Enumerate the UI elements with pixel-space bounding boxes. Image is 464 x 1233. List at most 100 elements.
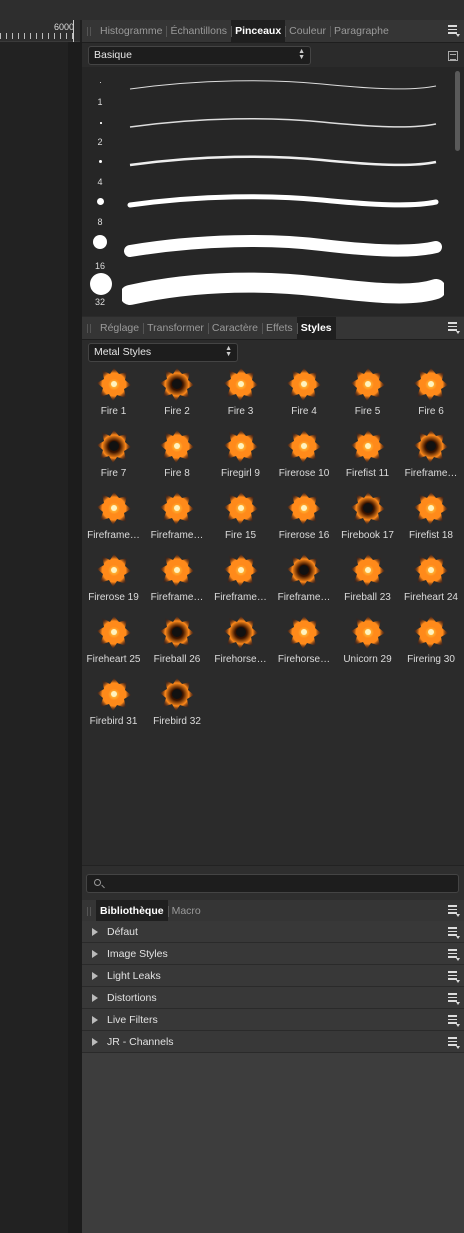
panel-grip-icon[interactable] [82,317,96,340]
brush-size-label: 2 [97,137,103,147]
style-item-label: Firebook 17 [341,530,394,541]
style-item[interactable]: Firefist 11 [336,428,399,488]
tab-transformer[interactable]: Transformer [143,317,208,340]
fire-style-thumbnail [223,428,259,464]
search-icon [94,879,101,886]
disclosure-triangle-icon[interactable] [92,971,98,980]
style-item[interactable]: Firerose 16 [273,490,336,550]
styles-search-bar [82,865,464,900]
style-item[interactable]: Firering 30 [400,614,463,674]
library-item[interactable]: JR - Channels [82,1031,464,1053]
style-item[interactable]: Fire 6 [400,366,463,426]
tab-caractere[interactable]: Caractère [207,317,262,340]
tab-styles[interactable]: Styles [296,316,336,340]
style-item[interactable]: Fireball 23 [336,552,399,612]
style-item[interactable]: Fire 7 [82,428,145,488]
tab-pinceaux[interactable]: Pinceaux [231,19,286,43]
style-item[interactable]: Firefist 18 [400,490,463,550]
style-item[interactable]: Fireframe… [146,552,209,612]
disclosure-triangle-icon[interactable] [92,927,98,936]
styles-search-input[interactable] [107,876,447,891]
ruler-marker [73,20,74,42]
style-item[interactable]: Fire 3 [209,366,272,426]
disclosure-triangle-icon[interactable] [92,993,98,1002]
tab-histogramme[interactable]: Histogramme [96,20,166,43]
brush-row[interactable]: 4 [82,147,452,187]
library-item-label: Distortions [107,991,157,1004]
tab-reglage[interactable]: Réglage [96,317,143,340]
item-menu-icon[interactable] [448,927,460,939]
library-item[interactable]: Live Filters [82,1009,464,1031]
brush-row[interactable]: 8 [82,187,452,227]
tab-effets[interactable]: Effets [262,317,297,340]
style-item[interactable]: Fire 1 [82,366,145,426]
item-menu-icon[interactable] [448,1037,460,1049]
tab-echantillons[interactable]: Échantillons [166,20,231,43]
library-item-label: Défaut [107,925,138,938]
brush-scrollbar[interactable] [455,71,460,151]
disclosure-triangle-icon[interactable] [92,1015,98,1024]
item-menu-icon[interactable] [448,993,460,1005]
style-item[interactable]: Fire 15 [209,490,272,550]
styles-search-field[interactable] [86,874,459,893]
panel-menu-icon[interactable] [448,322,460,334]
style-item[interactable]: Fire 4 [273,366,336,426]
tab-bibliotheque[interactable]: Bibliothèque [96,899,168,923]
style-item[interactable]: Fireframe… [273,552,336,612]
disclosure-triangle-icon[interactable] [92,949,98,958]
tab-macro[interactable]: Macro [167,900,205,923]
style-item[interactable]: Firebird 31 [82,676,145,736]
brush-row[interactable]: 16 [82,227,452,271]
style-item[interactable]: Firegirl 9 [209,428,272,488]
select-arrows-icon: ▲ ▼ [225,345,232,358]
style-item[interactable]: Fireball 26 [146,614,209,674]
style-category-select[interactable]: Metal Styles ▲ ▼ [88,343,238,362]
studio-panels: Histogramme Échantillons Pinceaux Couleu… [0,0,464,1233]
library-item[interactable]: Light Leaks [82,965,464,987]
fire-style-thumbnail [96,614,132,650]
brush-size-label: 4 [97,177,103,187]
style-item-label: Fireball 23 [344,592,391,603]
style-item[interactable]: Firerose 19 [82,552,145,612]
list-view-icon[interactable] [448,51,458,61]
panel-grip-icon[interactable] [82,900,96,923]
fire-style-thumbnail [159,552,195,588]
library-item[interactable]: Image Styles [82,943,464,965]
fire-style-thumbnail [159,366,195,402]
style-item[interactable]: Fireframe… [400,428,463,488]
item-menu-icon[interactable] [448,1015,460,1027]
disclosure-triangle-icon[interactable] [92,1037,98,1046]
library-item[interactable]: Défaut [82,921,464,943]
style-item[interactable]: Fire 2 [146,366,209,426]
brush-row[interactable]: 1 [82,67,452,107]
style-item[interactable]: Firerose 10 [273,428,336,488]
library-item[interactable]: Distortions [82,987,464,1009]
style-item[interactable]: Firehorse… [209,614,272,674]
style-item[interactable]: Fireheart 24 [400,552,463,612]
style-item[interactable]: Unicorn 29 [336,614,399,674]
panel-menu-icon[interactable] [448,905,460,917]
style-item[interactable]: Fireframe… [146,490,209,550]
style-item[interactable]: Fireframe… [209,552,272,612]
panel-menu-icon[interactable] [448,25,460,37]
tab-paragraphe[interactable]: Paragraphe [329,20,393,43]
item-menu-icon[interactable] [448,949,460,961]
fire-style-thumbnail [413,614,449,650]
brush-row[interactable]: 32 [82,271,452,316]
style-item[interactable]: Fire 8 [146,428,209,488]
panel-grip-icon[interactable] [82,20,96,43]
style-item[interactable]: Firehorse… [273,614,336,674]
brush-category-select[interactable]: Basique ▲ ▼ [88,46,311,65]
style-item[interactable]: Firebird 32 [146,676,209,736]
tab-couleur[interactable]: Couleur [285,20,330,43]
fire-style-thumbnail [413,552,449,588]
brush-tip-preview [100,122,102,124]
brush-row[interactable]: 2 [82,107,452,147]
item-menu-icon[interactable] [448,971,460,983]
style-item[interactable]: Fireframe… [82,490,145,550]
brush-list[interactable]: 1 2 4 8 16 32 [82,67,464,316]
style-item[interactable]: Fireheart 25 [82,614,145,674]
style-item[interactable]: Fire 5 [336,366,399,426]
fire-style-thumbnail [413,366,449,402]
style-item[interactable]: Firebook 17 [336,490,399,550]
